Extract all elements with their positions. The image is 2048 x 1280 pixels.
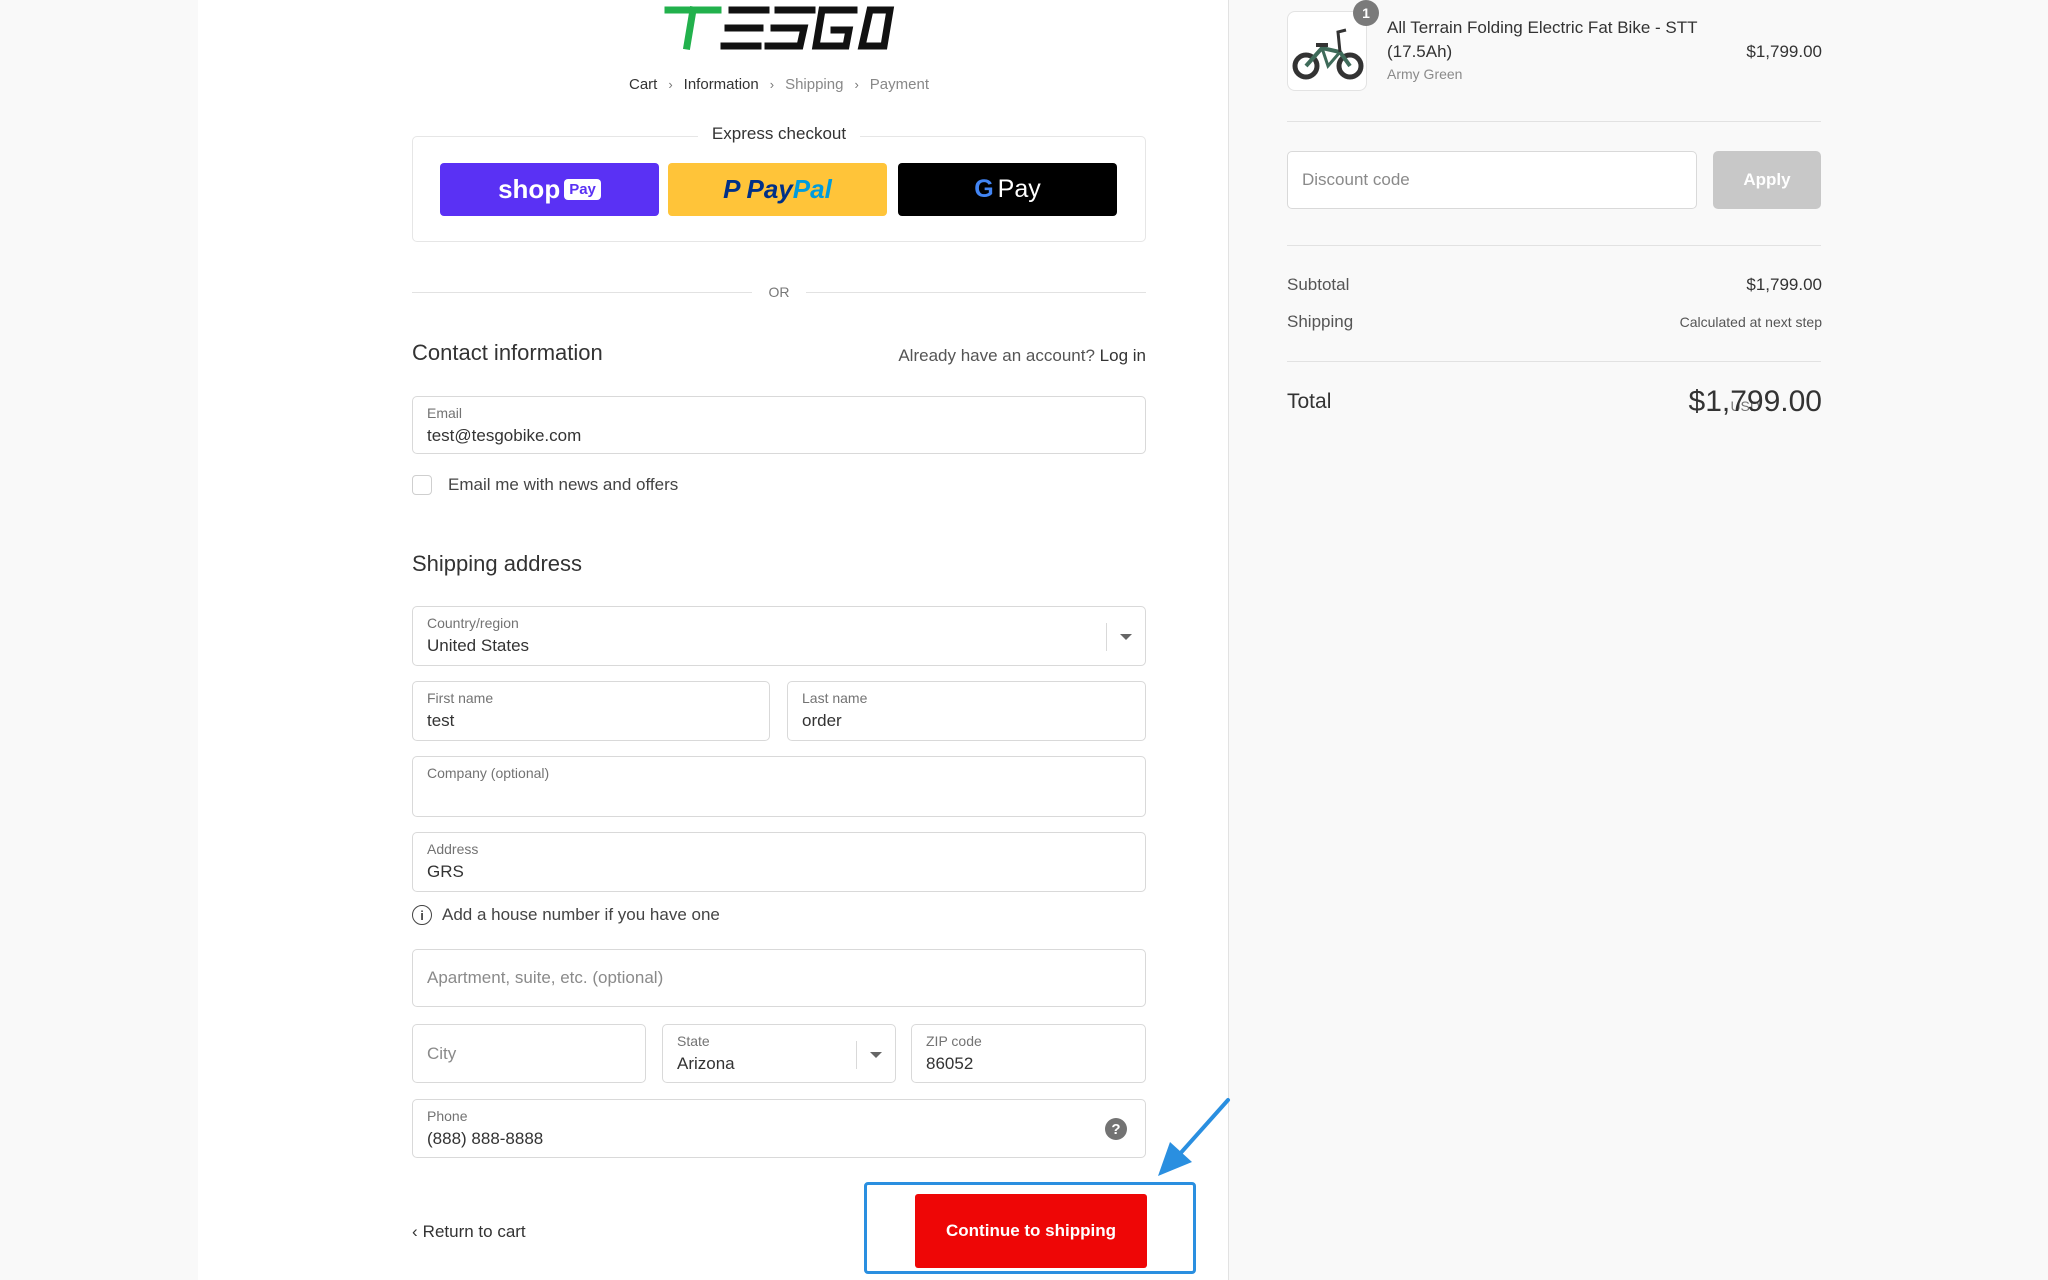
first-name-label: First name bbox=[427, 690, 494, 706]
divider bbox=[1287, 245, 1821, 246]
quantity-badge: 1 bbox=[1353, 0, 1379, 26]
login-prompt: Already have an account? Log in bbox=[898, 346, 1146, 366]
shop-pay-label: shop bbox=[498, 174, 561, 204]
newsletter-label: Email me with news and offers bbox=[448, 475, 679, 494]
chevron-right-icon: › bbox=[769, 76, 775, 92]
chevron-right-icon: › bbox=[854, 76, 859, 92]
google-pay-label: Pay bbox=[997, 175, 1041, 203]
phone-value: (888) 888-8888 bbox=[427, 1129, 544, 1148]
breadcrumb-information: Information bbox=[683, 75, 759, 93]
google-g-icon: G bbox=[974, 175, 994, 203]
zip-code-label: ZIP code bbox=[926, 1033, 982, 1049]
chevron-left-icon: ‹ bbox=[412, 1222, 418, 1241]
email-value: test@tesgobike.com bbox=[427, 426, 582, 445]
product-variant: Army Green bbox=[1387, 66, 1463, 82]
country-select[interactable]: Country/region United States bbox=[412, 606, 1146, 666]
subtotal-label: Subtotal bbox=[1287, 275, 1350, 294]
company-label: Company (optional) bbox=[427, 765, 550, 781]
product-name: All Terrain Folding Electric Fat Bike - … bbox=[1387, 18, 1698, 61]
apply-button[interactable]: Apply bbox=[1713, 151, 1821, 209]
address-field[interactable]: Address GRS bbox=[412, 832, 1146, 892]
phone-field[interactable]: Phone (888) 888-8888 ? bbox=[412, 1099, 1146, 1158]
total-label: Total bbox=[1287, 390, 1332, 413]
select-divider bbox=[856, 1041, 857, 1069]
paypal-button[interactable]: P Pay Pal bbox=[668, 163, 887, 216]
shop-pay-button[interactable]: shop Pay bbox=[440, 163, 659, 216]
discount-placeholder: Discount code bbox=[1302, 170, 1410, 189]
first-name-value: test bbox=[427, 711, 455, 730]
chevron-right-icon: › bbox=[668, 76, 673, 92]
address-value: GRS bbox=[427, 862, 464, 881]
product-price: $1,799.00 bbox=[1746, 42, 1822, 61]
discount-code-input[interactable]: Discount code bbox=[1287, 151, 1697, 209]
breadcrumb-payment: Payment bbox=[869, 75, 929, 93]
chevron-down-icon bbox=[1120, 634, 1132, 640]
paypal-logo-icon: P bbox=[723, 174, 741, 204]
return-to-cart-link[interactable]: ‹ Return to cart bbox=[412, 1222, 526, 1242]
country-value: United States bbox=[427, 636, 530, 655]
breadcrumb-shipping: Shipping bbox=[785, 75, 844, 93]
help-icon[interactable]: ? bbox=[1105, 1118, 1127, 1140]
address-hint: i Add a house number if you have one bbox=[412, 905, 720, 925]
shipping-value: Calculated at next step bbox=[1679, 314, 1822, 330]
breadcrumb: Cart › Information › Shipping › Payment bbox=[412, 75, 1146, 93]
apartment-placeholder: Apartment, suite, etc. (optional) bbox=[427, 968, 664, 987]
contact-information-title: Contact information bbox=[412, 340, 603, 365]
paypal-pay-label: Pay bbox=[746, 174, 793, 204]
info-icon: i bbox=[412, 905, 432, 925]
city-field[interactable]: City bbox=[412, 1024, 646, 1083]
divider-line bbox=[806, 292, 1146, 293]
continue-to-shipping-button[interactable]: Continue to shipping bbox=[915, 1194, 1147, 1268]
last-name-label: Last name bbox=[802, 690, 868, 706]
subtotal-value: $1,799.00 bbox=[1746, 275, 1822, 294]
total-value: $1,799.00 bbox=[1688, 385, 1822, 418]
company-field[interactable]: Company (optional) bbox=[412, 756, 1146, 817]
bike-icon bbox=[1292, 28, 1364, 80]
last-name-field[interactable]: Last name order bbox=[787, 681, 1146, 741]
first-name-field[interactable]: First name test bbox=[412, 681, 770, 741]
divider bbox=[1287, 121, 1821, 122]
order-summary: 1 All Terrain Folding Electric Fat Bike … bbox=[1228, 0, 2048, 1280]
email-label: Email bbox=[427, 405, 463, 421]
state-label: State bbox=[677, 1033, 710, 1049]
zip-code-value: 86052 bbox=[926, 1054, 974, 1073]
address-label: Address bbox=[427, 841, 479, 857]
login-link[interactable]: Log in bbox=[1100, 346, 1146, 365]
return-to-cart-label: Return to cart bbox=[422, 1222, 526, 1241]
address-hint-text: Add a house number if you have one bbox=[442, 905, 720, 924]
paypal-pal-label: Pal bbox=[792, 174, 832, 204]
checkout-form: Cart › Information › Shipping › Payment Expres… bbox=[412, 0, 1230, 1280]
have-account-text: Already have an account? bbox=[898, 346, 1095, 365]
state-value: Arizona bbox=[677, 1054, 735, 1073]
apartment-field[interactable]: Apartment, suite, etc. (optional) bbox=[412, 949, 1146, 1007]
tesgo-logo[interactable] bbox=[662, 2, 896, 54]
google-pay-button[interactable]: G Pay bbox=[898, 163, 1117, 216]
express-checkout-title: Express checkout bbox=[412, 124, 1146, 144]
phone-label: Phone bbox=[427, 1108, 468, 1124]
newsletter-checkbox[interactable] bbox=[412, 475, 432, 495]
divider bbox=[1287, 361, 1821, 362]
select-divider bbox=[1106, 623, 1107, 651]
last-name-value: order bbox=[802, 711, 842, 730]
shipping-address-title: Shipping address bbox=[412, 551, 583, 576]
email-field[interactable]: Email test@tesgobike.com bbox=[412, 396, 1146, 454]
country-label: Country/region bbox=[427, 615, 519, 631]
zip-code-field[interactable]: ZIP code 86052 bbox=[911, 1024, 1146, 1083]
chevron-down-icon bbox=[870, 1052, 882, 1058]
shipping-label: Shipping bbox=[1287, 312, 1354, 331]
left-gutter bbox=[0, 0, 198, 1280]
breadcrumb-cart[interactable]: Cart bbox=[629, 76, 657, 93]
city-placeholder: City bbox=[427, 1043, 457, 1063]
shop-pay-pill: Pay bbox=[564, 179, 601, 200]
arrow-pointer-icon bbox=[1158, 1098, 1230, 1176]
or-divider: OR bbox=[412, 282, 1146, 302]
newsletter-option[interactable]: Email me with news and offers bbox=[412, 474, 678, 496]
state-select[interactable]: State Arizona bbox=[662, 1024, 896, 1083]
product-thumbnail bbox=[1287, 11, 1367, 91]
